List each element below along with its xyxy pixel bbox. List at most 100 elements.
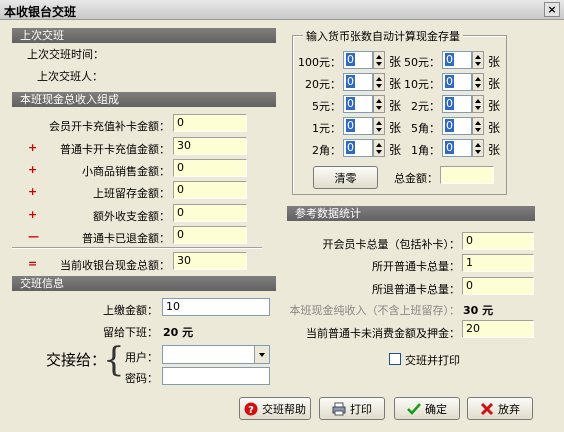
cash-total-field[interactable]: 30 (173, 252, 247, 270)
operator-symbol: + (28, 208, 38, 221)
net-income-value: 30 元 (463, 304, 494, 317)
reference-item-field[interactable]: 0 (462, 277, 534, 295)
denomination-total-field[interactable] (440, 166, 494, 184)
unit-label: 张 (389, 121, 402, 135)
cash-item-field[interactable]: 0 (173, 181, 247, 199)
operator-symbol: — (28, 230, 39, 243)
password-label: 密码： (125, 372, 158, 385)
svg-text:?: ? (248, 405, 254, 416)
unit-label: 张 (389, 99, 402, 113)
denomination-count-value: 0 (346, 97, 355, 110)
ok-button[interactable]: 确定 (394, 397, 460, 420)
operator-symbol: + (28, 185, 38, 198)
cash-item-label: 上班留存金额： (93, 187, 170, 200)
denomination-count-right[interactable]: 0 (442, 95, 472, 113)
unit-label: 张 (389, 77, 402, 91)
clear-button-label: 清零 (334, 171, 357, 185)
spinner-arrows-icon[interactable] (373, 139, 385, 157)
denomination-count-value: 0 (346, 119, 355, 132)
equals-symbol: = (28, 257, 38, 270)
reference-item-label: 所开普通卡总量： (372, 260, 460, 273)
denomination-count-left[interactable]: 0 (343, 95, 373, 113)
cash-item-field[interactable]: 0 (173, 226, 247, 244)
user-select[interactable] (162, 345, 270, 364)
denomination-label-left: 20元： (305, 78, 341, 91)
cash-item-label: 会员开卡充值补卡金额： (49, 120, 170, 133)
chevron-down-icon[interactable] (254, 346, 269, 363)
close-icon: × (547, 3, 557, 16)
spinner-arrows-icon[interactable] (373, 51, 385, 69)
denomination-label-left: 1元： (312, 122, 341, 135)
denomination-label-right: 10元： (404, 78, 440, 91)
denomination-count-value: 0 (346, 141, 355, 154)
title-bar: 本收银台交班 × (0, 0, 564, 20)
cash-item-label: 额外收支金额： (93, 210, 170, 223)
shift-handover-dialog: 本收银台交班 × 上次交班 上次交班时间： 上次交班人： 本班现金总收入组成 =… (0, 0, 564, 432)
denomination-count-left[interactable]: 0 (343, 51, 373, 69)
denomination-total-label: 总金额： (394, 172, 438, 185)
denomination-count-value: 0 (346, 75, 355, 88)
denomination-count-left[interactable]: 0 (343, 139, 373, 157)
clear-button[interactable]: 清零 (313, 166, 378, 189)
denomination-count-left[interactable]: 0 (343, 117, 373, 135)
cash-item-label: 小商品销售金额： (82, 165, 170, 178)
password-input[interactable] (162, 367, 270, 385)
denomination-label-right: 50元： (404, 56, 440, 69)
deposit-label: 当前普通卡未消费金额及押金： (306, 327, 460, 340)
unit-label: 张 (488, 55, 501, 69)
close-button[interactable]: × (544, 2, 560, 17)
print-button[interactable]: 打印 (319, 397, 385, 420)
shift-info-header: 交班信息 (12, 276, 276, 291)
spinner-arrows-icon[interactable] (472, 139, 484, 157)
last-shift-person-label: 上次交班人： (37, 70, 103, 83)
denomination-count-value: 0 (445, 97, 454, 110)
cash-item-field[interactable]: 30 (173, 137, 247, 155)
spinner-arrows-icon[interactable] (373, 117, 385, 135)
cash-total-label: 当前收银台现金总额： (60, 259, 170, 272)
cash-item-field[interactable]: 0 (173, 204, 247, 222)
reference-item-field[interactable]: 1 (462, 254, 534, 272)
print-on-shift-checkbox[interactable] (389, 353, 401, 365)
cash-item-label: 普通卡开卡充值金额： (60, 143, 170, 156)
denomination-label-right: 2元： (411, 100, 440, 113)
denomination-count-left[interactable]: 0 (343, 73, 373, 91)
denomination-count-right[interactable]: 0 (442, 51, 472, 69)
reference-item-label: 所退普通卡总量： (372, 283, 460, 296)
unit-label: 张 (488, 121, 501, 135)
denomination-count-value: 0 (445, 53, 454, 66)
last-shift-header: 上次交班 (12, 28, 276, 43)
reference-header: 参考数据统计 (287, 206, 535, 221)
print-on-shift-label[interactable]: 交班并打印 (405, 352, 460, 368)
denomination-count-right[interactable]: 0 (442, 117, 472, 135)
submit-amount-input[interactable]: 10 (162, 298, 270, 316)
denomination-count-value: 0 (445, 141, 454, 154)
spinner-arrows-icon[interactable] (373, 95, 385, 113)
spinner-arrows-icon[interactable] (373, 73, 385, 91)
checkmark-icon (407, 402, 421, 415)
cancel-button[interactable]: 放弃 (467, 397, 533, 420)
last-shift-time-label: 上次交班时间： (27, 48, 104, 61)
leave-next-value: 20 元 (163, 326, 194, 339)
deposit-field[interactable]: 20 (462, 320, 534, 338)
cancel-x-icon (480, 402, 494, 415)
reference-item-field[interactable]: 0 (462, 232, 534, 250)
cash-item-field[interactable]: 0 (173, 159, 247, 177)
denomination-group-title: 输入货币张数自动计算现金存量 (303, 28, 463, 44)
cash-composition-header: 本班现金总收入组成 (12, 92, 276, 107)
spinner-arrows-icon[interactable] (472, 117, 484, 135)
cash-item-field[interactable]: 0 (173, 114, 247, 132)
submit-amount-label: 上缴金额： (103, 304, 158, 317)
question-icon: ? (244, 402, 258, 416)
spinner-arrows-icon[interactable] (472, 95, 484, 113)
help-button[interactable]: ? 交班帮助 (239, 397, 311, 420)
spinner-arrows-icon[interactable] (472, 51, 484, 69)
denomination-count-right[interactable]: 0 (442, 73, 472, 91)
reference-item-label: 开会员卡总量（包括补卡）： (322, 238, 461, 251)
spinner-arrows-icon[interactable] (472, 73, 484, 91)
denomination-count-value: 0 (445, 119, 454, 132)
unit-label: 张 (488, 143, 501, 157)
leave-next-label: 留给下班： (103, 326, 158, 339)
denomination-label-left: 100元： (298, 56, 341, 69)
denomination-count-right[interactable]: 0 (442, 139, 472, 157)
denomination-count-value: 0 (445, 75, 454, 88)
